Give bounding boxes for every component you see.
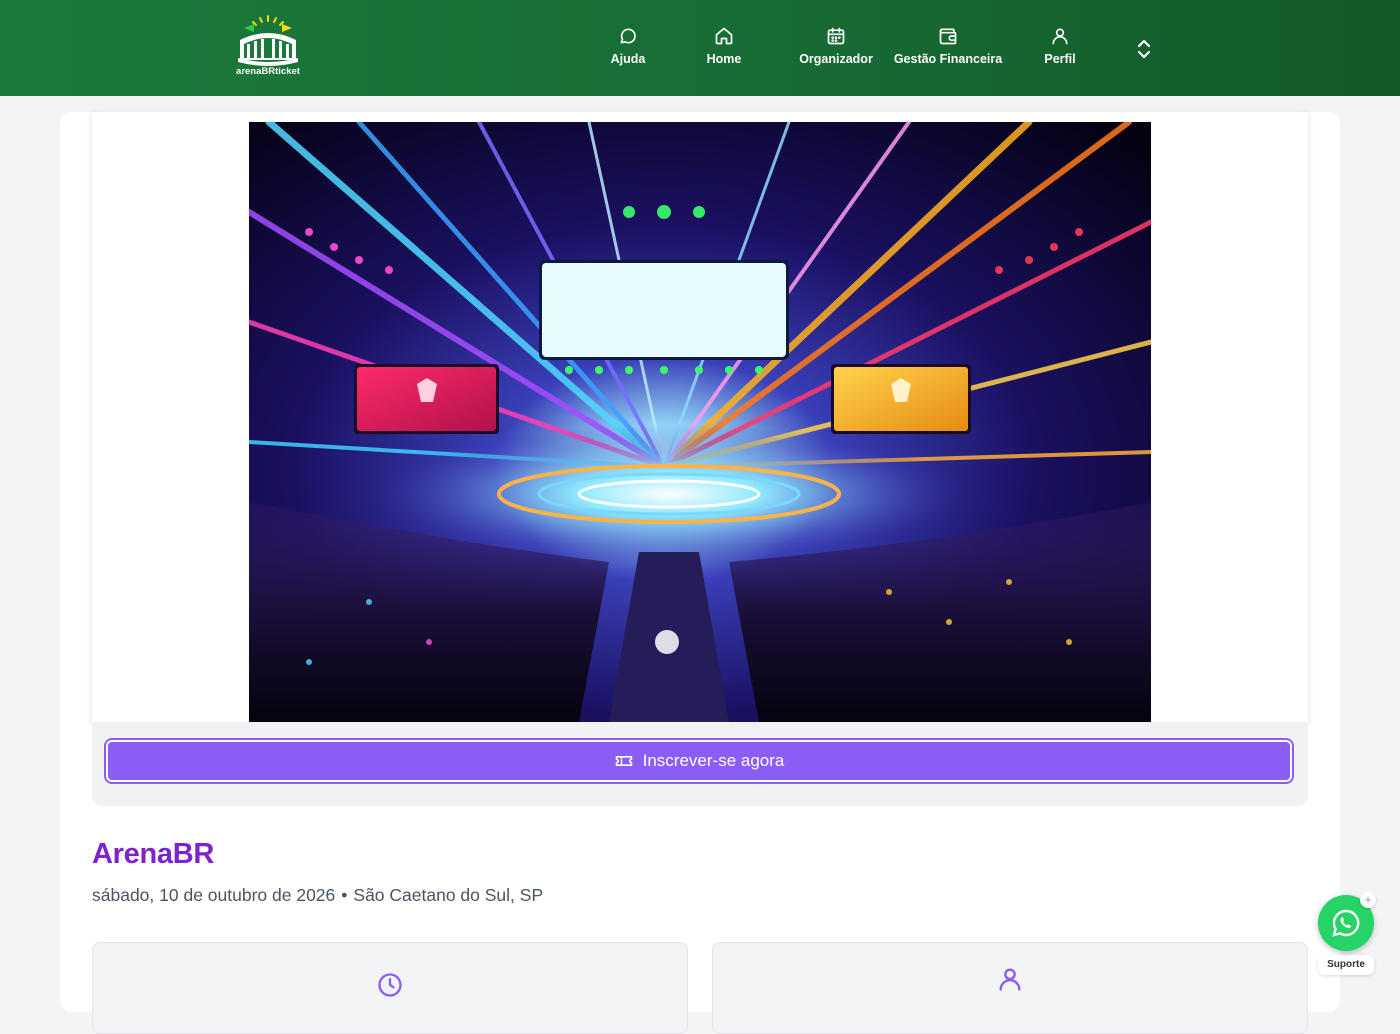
support-label: Suporte (1318, 955, 1374, 975)
nav-perfil[interactable]: Perfil (1036, 26, 1084, 66)
event-banner-image (249, 122, 1151, 722)
nav-ajuda-label: Ajuda (610, 52, 646, 66)
nav-ajuda[interactable]: Ajuda (604, 26, 652, 66)
ticket-icon (615, 756, 632, 766)
nav-perfil-label: Perfil (1044, 52, 1076, 66)
arenabrticket-logo[interactable]: arenaBRticket (232, 14, 304, 76)
nav-gestao-financeira-label: Gestão Financeira (893, 52, 1003, 66)
home-icon (715, 27, 733, 45)
event-title: ArenaBR (92, 838, 214, 870)
nav-home-label: Home (706, 52, 742, 66)
chevron-up-down-icon[interactable] (1134, 38, 1154, 60)
user-icon (1052, 28, 1068, 45)
support-plus-badge[interactable]: + (1360, 892, 1376, 908)
subscribe-button-label: Inscrever-se agora (642, 751, 785, 770)
top-navbar: arenaBRticket Ajuda Home Organizador Ges… (0, 0, 1400, 96)
user-icon (999, 968, 1021, 991)
event-card: Inscrever-se agora ArenaBR sábado, 10 de… (60, 112, 1340, 1034)
chat-bubble-icon (620, 28, 636, 44)
calendar-icon (827, 27, 845, 45)
nav-organizador-label: Organizador (799, 52, 873, 66)
info-box-time (92, 942, 688, 1034)
info-box-organizer (712, 942, 1308, 1034)
whatsapp-icon (1332, 909, 1360, 937)
cta-panel: Inscrever-se agora (92, 722, 1308, 806)
banner-container (92, 112, 1308, 722)
nav-home[interactable]: Home (700, 26, 748, 66)
subscribe-button[interactable]: Inscrever-se agora (104, 738, 1294, 784)
nav-gestao-financeira[interactable]: Gestão Financeira (892, 26, 1004, 66)
logo-wordmark: arenaBRticket (236, 66, 301, 76)
event-meta: sábado, 10 de outubro de 2026 • São Caetan… (92, 885, 543, 906)
nav-organizador[interactable]: Organizador (796, 26, 876, 66)
meta-separator: • (341, 885, 348, 905)
clock-icon (378, 973, 402, 997)
event-date: sábado, 10 de outubro de 2026 (92, 885, 336, 905)
wallet-icon (939, 28, 957, 45)
event-location: São Caetano do Sul, SP (353, 885, 544, 905)
